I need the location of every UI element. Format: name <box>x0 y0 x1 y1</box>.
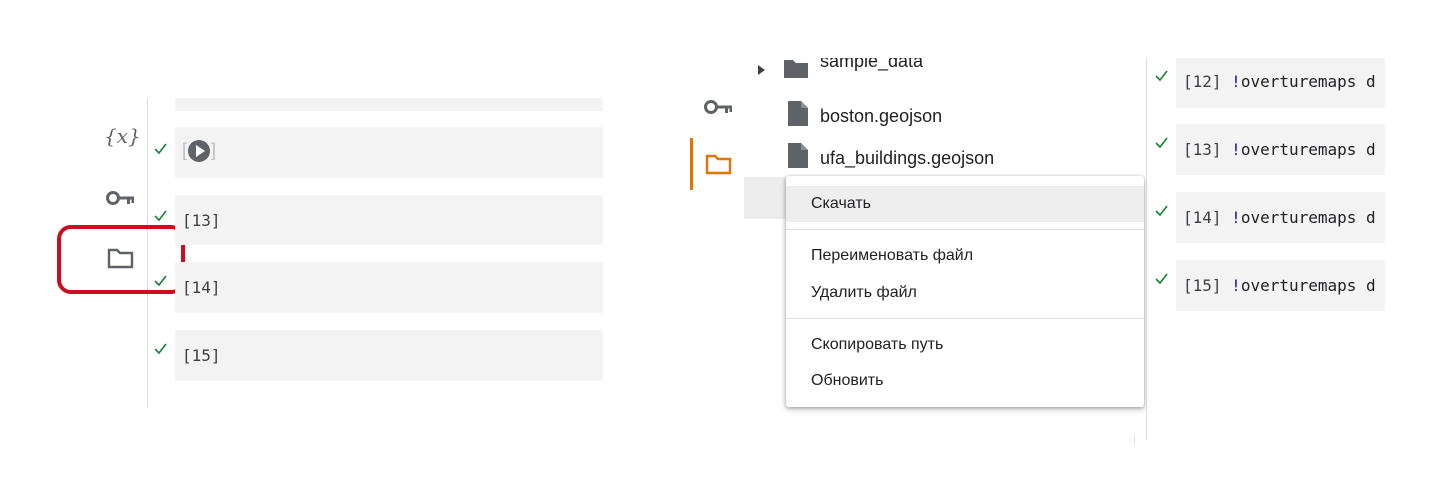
file-icon <box>788 143 808 173</box>
menu-item-refresh[interactable]: Обновить <box>786 363 1144 399</box>
check-icon <box>1155 137 1168 149</box>
execution-count: [15] <box>1183 276 1222 295</box>
code-cell[interactable] <box>175 127 603 178</box>
check-icon <box>1155 70 1168 82</box>
panel-divider <box>1146 58 1147 440</box>
code-text: overturemaps d <box>1240 140 1376 159</box>
execution-count: [12] <box>1183 72 1222 91</box>
execution-count: [13] <box>182 211 221 230</box>
code-line: [14] !overturemaps d <box>1183 208 1385 227</box>
active-tab-indicator <box>690 138 693 190</box>
menu-item-copy-path[interactable]: Скопировать путь <box>786 327 1144 363</box>
folder-icon[interactable] <box>705 153 732 180</box>
file-name: ufa_buildings.geojson <box>820 147 995 168</box>
code-text: overturemaps d <box>1240 276 1376 295</box>
cell-background-partial <box>175 98 603 111</box>
check-icon <box>1155 273 1168 285</box>
key-icon[interactable] <box>704 99 734 120</box>
code-cell[interactable] <box>175 262 603 313</box>
shell-bang: ! <box>1231 140 1241 159</box>
expand-arrow-icon[interactable] <box>757 63 766 81</box>
check-icon <box>154 343 167 355</box>
context-menu: Скачать Переименовать файл Удалить файл … <box>786 176 1144 407</box>
play-icon[interactable] <box>188 140 211 163</box>
execution-count: [14] <box>1183 208 1222 227</box>
file-tree-item[interactable]: sample_data <box>784 58 923 82</box>
code-line: [13] !overturemaps d <box>1183 140 1385 159</box>
code-text: overturemaps d <box>1240 208 1376 227</box>
code-line: [12] !overturemaps d <box>1183 72 1385 91</box>
execution-count: [15] <box>182 346 221 365</box>
menu-item-rename[interactable]: Переименовать файл <box>786 238 1144 274</box>
file-icon <box>788 101 808 131</box>
run-cell-control[interactable]: [] <box>182 140 217 163</box>
shell-bang: ! <box>1231 276 1241 295</box>
menu-item-download[interactable]: Скачать <box>786 186 1144 222</box>
check-icon <box>154 275 167 287</box>
bracket-open: [ <box>182 140 188 160</box>
variables-icon[interactable]: {x} <box>104 124 141 148</box>
check-icon <box>1155 205 1168 217</box>
shell-bang: ! <box>1231 72 1241 91</box>
menu-divider <box>786 318 1144 319</box>
file-name: sample_data <box>820 58 924 71</box>
execution-count: [14] <box>182 278 221 297</box>
file-name: boston.geojson <box>820 105 943 126</box>
check-icon <box>154 143 167 155</box>
menu-divider <box>786 229 1144 230</box>
shell-bang: ! <box>1231 208 1241 227</box>
code-line: [15] !overturemaps d <box>1183 276 1385 295</box>
code-text: overturemaps d <box>1240 72 1376 91</box>
check-icon <box>154 210 167 222</box>
menu-item-delete[interactable]: Удалить файл <box>786 275 1144 311</box>
file-tree-item[interactable]: ufa_buildings.geojson <box>788 143 994 173</box>
bracket-close: ] <box>211 140 217 160</box>
file-tree-item[interactable]: boston.geojson <box>788 101 942 131</box>
folder-filled-icon <box>784 58 808 82</box>
selected-row-background <box>744 177 788 219</box>
execution-count: [13] <box>1183 140 1222 159</box>
code-cell[interactable] <box>175 330 603 381</box>
resize-handle[interactable] <box>1134 436 1135 444</box>
key-icon[interactable] <box>106 190 136 211</box>
code-cell[interactable] <box>175 195 603 245</box>
